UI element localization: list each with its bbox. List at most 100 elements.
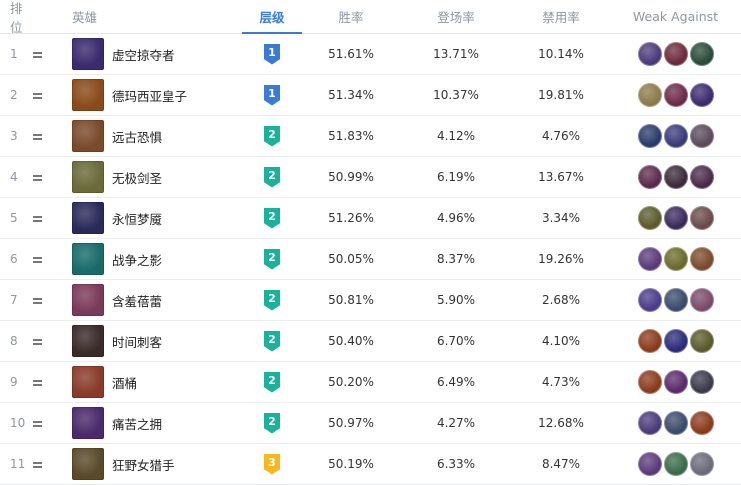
weak-against-champion-icon[interactable]	[689, 124, 714, 148]
weak-against-champion-icon[interactable]	[663, 206, 688, 230]
weak-against-champion-icon[interactable]	[637, 452, 662, 476]
weak-against-champion-icon[interactable]	[637, 124, 662, 148]
table-row[interactable]: 10 痛苦之拥 2 50.97% 4.27% 12.68%	[0, 403, 741, 444]
champion-name[interactable]: 含羞蓓蕾	[112, 291, 162, 310]
rank-unchanged-icon	[33, 462, 42, 468]
weak-against-champion-icon[interactable]	[689, 206, 714, 230]
weak-against-champion-icon[interactable]	[637, 247, 662, 271]
weak-against-champion-icon[interactable]	[637, 411, 662, 435]
champion-cell[interactable]: 时间刺客	[72, 325, 242, 357]
weak-against-champion-icon[interactable]	[663, 329, 688, 353]
champion-cell[interactable]: 虚空掠夺者	[72, 38, 242, 70]
active-sort-indicator	[242, 32, 302, 34]
table-row[interactable]: 5 永恒梦魇 2 51.26% 4.96% 3.34%	[0, 198, 741, 239]
weak-against-champion-icon[interactable]	[689, 370, 714, 394]
champion-portrait[interactable]	[72, 284, 104, 316]
table-row[interactable]: 7 含羞蓓蕾 2 50.81% 5.90% 2.68%	[0, 280, 741, 321]
weak-against-champion-icon[interactable]	[663, 83, 688, 107]
rank-column-header[interactable]: 排位	[0, 0, 30, 36]
weak-against-champion-icon[interactable]	[689, 42, 714, 66]
champion-portrait[interactable]	[72, 120, 104, 152]
ban-rate-value: 19.81%	[538, 88, 584, 102]
weak-against-champion-icon[interactable]	[689, 452, 714, 476]
champion-name[interactable]: 远古恐惧	[112, 127, 162, 146]
weak-against-champion-icon[interactable]	[689, 165, 714, 189]
win-rate-value: 51.61%	[328, 47, 374, 61]
champion-name[interactable]: 狂野女猎手	[112, 455, 175, 474]
champion-name[interactable]: 永恒梦魇	[112, 209, 162, 228]
table-body: 1 虚空掠夺者 1 51.61% 13.71% 10.14% 2 德玛西亚皇子 1 51.34% 1…	[0, 34, 741, 485]
champion-portrait[interactable]	[72, 366, 104, 398]
champion-cell[interactable]: 含羞蓓蕾	[72, 284, 242, 316]
champion-portrait[interactable]	[72, 161, 104, 193]
table-row[interactable]: 1 虚空掠夺者 1 51.61% 13.71% 10.14%	[0, 34, 741, 75]
weak-against-list	[610, 247, 741, 271]
weak-against-champion-icon[interactable]	[689, 411, 714, 435]
champion-cell[interactable]: 狂野女猎手	[72, 448, 242, 480]
champion-portrait[interactable]	[72, 407, 104, 439]
table-row[interactable]: 2 德玛西亚皇子 1 51.34% 10.37% 19.81%	[0, 75, 741, 116]
weak-against-champion-icon[interactable]	[689, 329, 714, 353]
champion-name[interactable]: 无极剑圣	[112, 168, 162, 187]
tier-column-header[interactable]: 层级	[242, 7, 302, 26]
pick-rate-column-header[interactable]: 登场率	[400, 7, 512, 26]
champion-portrait[interactable]	[72, 243, 104, 275]
champion-cell[interactable]: 战争之影	[72, 243, 242, 275]
weak-against-champion-icon[interactable]	[689, 288, 714, 312]
rank-number: 4	[10, 170, 18, 184]
weak-against-champion-icon[interactable]	[663, 247, 688, 271]
champion-portrait[interactable]	[72, 448, 104, 480]
win-rate-value: 50.20%	[328, 375, 374, 389]
weak-against-champion-icon[interactable]	[689, 247, 714, 271]
champion-cell[interactable]: 无极剑圣	[72, 161, 242, 193]
weak-against-column-header[interactable]: Weak Against	[610, 9, 741, 24]
weak-against-champion-icon[interactable]	[637, 329, 662, 353]
champion-name[interactable]: 德玛西亚皇子	[112, 86, 187, 105]
table-row[interactable]: 6 战争之影 2 50.05% 8.37% 19.26%	[0, 239, 741, 280]
tier-badge: 2	[264, 207, 280, 229]
champion-cell[interactable]: 德玛西亚皇子	[72, 79, 242, 111]
pick-rate-value: 10.37%	[433, 88, 479, 102]
champion-cell[interactable]: 远古恐惧	[72, 120, 242, 152]
hero-column-header[interactable]: 英雄	[72, 7, 242, 26]
champion-cell[interactable]: 酒桶	[72, 366, 242, 398]
weak-against-champion-icon[interactable]	[637, 42, 662, 66]
weak-against-list	[610, 42, 741, 66]
champion-cell[interactable]: 永恒梦魇	[72, 202, 242, 234]
weak-against-champion-icon[interactable]	[663, 124, 688, 148]
weak-against-champion-icon[interactable]	[637, 288, 662, 312]
rank-unchanged-icon	[33, 339, 42, 345]
table-row[interactable]: 3 远古恐惧 2 51.83% 4.12% 4.76%	[0, 116, 741, 157]
weak-against-champion-icon[interactable]	[663, 288, 688, 312]
table-row[interactable]: 11 狂野女猎手 3 50.19% 6.33% 8.47%	[0, 444, 741, 485]
weak-against-champion-icon[interactable]	[637, 165, 662, 189]
table-row[interactable]: 8 时间刺客 2 50.40% 6.70% 4.10%	[0, 321, 741, 362]
champion-portrait[interactable]	[72, 202, 104, 234]
champion-name[interactable]: 战争之影	[112, 250, 162, 269]
champion-name[interactable]: 酒桶	[112, 373, 137, 392]
weak-against-champion-icon[interactable]	[663, 370, 688, 394]
champion-portrait[interactable]	[72, 38, 104, 70]
champion-portrait[interactable]	[72, 79, 104, 111]
weak-against-champion-icon[interactable]	[663, 452, 688, 476]
champion-cell[interactable]: 痛苦之拥	[72, 407, 242, 439]
ban-rate-value: 4.76%	[541, 129, 581, 143]
weak-against-champion-icon[interactable]	[637, 370, 662, 394]
champion-name[interactable]: 时间刺客	[112, 332, 162, 351]
weak-against-champion-icon[interactable]	[663, 165, 688, 189]
ban-rate-value: 12.68%	[538, 416, 584, 430]
weak-against-list	[610, 124, 741, 148]
champion-portrait[interactable]	[72, 325, 104, 357]
table-row[interactable]: 9 酒桶 2 50.20% 6.49% 4.73%	[0, 362, 741, 403]
win-rate-column-header[interactable]: 胜率	[302, 7, 400, 26]
weak-against-champion-icon[interactable]	[663, 42, 688, 66]
tier-badge: 2	[264, 330, 280, 352]
weak-against-champion-icon[interactable]	[637, 206, 662, 230]
table-row[interactable]: 4 无极剑圣 2 50.99% 6.19% 13.67%	[0, 157, 741, 198]
ban-rate-column-header[interactable]: 禁用率	[512, 7, 610, 26]
weak-against-champion-icon[interactable]	[637, 83, 662, 107]
champion-name[interactable]: 痛苦之拥	[112, 414, 162, 433]
champion-name[interactable]: 虚空掠夺者	[112, 45, 175, 64]
weak-against-champion-icon[interactable]	[689, 83, 714, 107]
weak-against-champion-icon[interactable]	[663, 411, 688, 435]
